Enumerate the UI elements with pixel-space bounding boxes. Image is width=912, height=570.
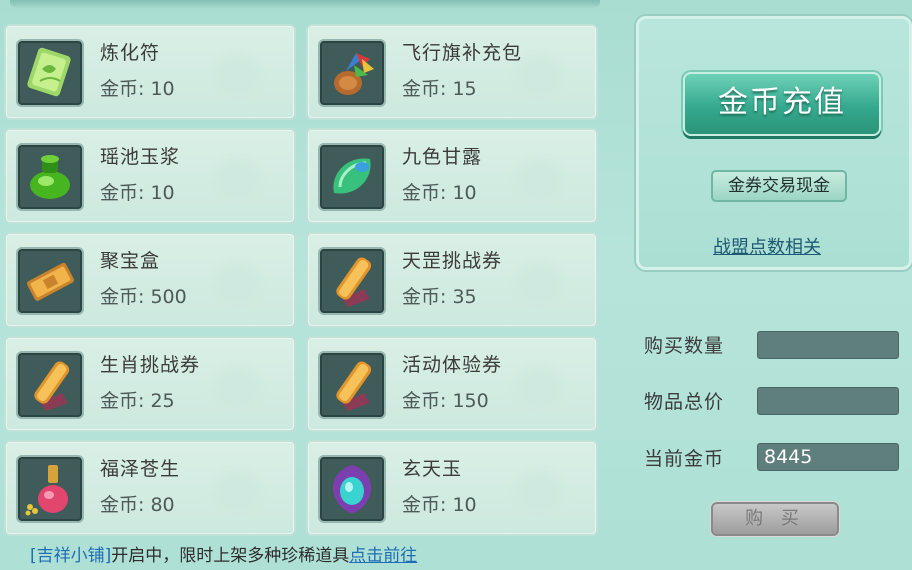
flag-bag-icon	[318, 39, 386, 107]
item-name: 飞行旗补充包	[402, 42, 523, 64]
item-price: 金币: 10	[100, 182, 175, 204]
quantity-label: 购买数量	[644, 335, 725, 357]
item-price: 金币: 25	[100, 390, 175, 412]
lotus-decoration	[504, 256, 574, 312]
item-name: 天罡挑战券	[402, 250, 503, 272]
lotus-decoration	[202, 152, 272, 208]
lotus-decoration	[202, 464, 272, 520]
jade-leaf-icon	[318, 143, 386, 211]
item-price: 金币: 80	[100, 494, 175, 516]
item-card[interactable]: 炼化符 金币: 10	[4, 24, 296, 120]
quantity-field[interactable]	[757, 331, 899, 359]
item-card[interactable]: 福泽苍生 金币: 80	[4, 440, 296, 536]
item-card[interactable]: 天罡挑战券 金币: 35	[306, 232, 598, 328]
scroll-icon	[16, 351, 84, 419]
item-name: 生肖挑战券	[100, 354, 201, 376]
current-gold-label: 当前金币	[644, 448, 725, 470]
recharge-panel	[636, 16, 912, 270]
mystic-jade-icon	[318, 455, 386, 523]
top-bar	[10, 0, 600, 8]
shop-notice: [吉祥小铺]开启中，限时上架多种珍稀道具点击前往	[30, 541, 417, 566]
talisman-icon	[16, 39, 84, 107]
item-name: 福泽苍生	[100, 458, 181, 480]
scroll-icon	[318, 351, 386, 419]
alliance-points-link[interactable]: 战盟点数相关	[713, 233, 821, 259]
green-jar-icon	[16, 143, 84, 211]
item-card[interactable]: 瑶池玉浆 金币: 10	[4, 128, 296, 224]
lotus-decoration	[202, 360, 272, 416]
lotus-decoration	[202, 256, 272, 312]
item-name: 活动体验券	[402, 354, 503, 376]
item-name: 九色甘露	[402, 146, 483, 168]
treasure-box-icon	[16, 247, 84, 315]
lotus-decoration	[504, 152, 574, 208]
item-price: 金币: 500	[100, 286, 187, 308]
buy-button[interactable]: 购 买	[711, 502, 839, 536]
scroll-icon	[318, 247, 386, 315]
item-name: 炼化符	[100, 42, 161, 64]
item-card[interactable]: 九色甘露 金币: 10	[306, 128, 598, 224]
shop-name[interactable]: [吉祥小铺]	[30, 546, 111, 566]
voucher-trade-button[interactable]: 金券交易现金	[711, 170, 847, 202]
item-price: 金币: 35	[402, 286, 477, 308]
item-card[interactable]: 活动体验券 金币: 150	[306, 336, 598, 432]
item-name: 聚宝盒	[100, 250, 161, 272]
current-gold-field: 8445	[757, 443, 899, 471]
item-price: 金币: 15	[402, 78, 477, 100]
potion-bottle-icon	[16, 455, 84, 523]
gold-recharge-button[interactable]: 金币充值	[683, 72, 881, 136]
item-card[interactable]: 飞行旗补充包 金币: 15	[306, 24, 598, 120]
total-price-label: 物品总价	[644, 391, 725, 413]
item-name: 瑶池玉浆	[100, 146, 181, 168]
item-price: 金币: 150	[402, 390, 489, 412]
item-price: 金币: 10	[402, 494, 477, 516]
lotus-decoration	[504, 464, 574, 520]
item-card[interactable]: 玄天玉 金币: 10	[306, 440, 598, 536]
item-card[interactable]: 生肖挑战券 金币: 25	[4, 336, 296, 432]
item-price: 金币: 10	[100, 78, 175, 100]
item-price: 金币: 10	[402, 182, 477, 204]
lotus-decoration	[504, 360, 574, 416]
lotus-decoration	[202, 48, 272, 104]
item-grid: 炼化符 金币: 10 飞行旗补充包 金币: 15 瑶池玉浆 金币: 10 九色甘…	[0, 24, 606, 536]
item-card[interactable]: 聚宝盒 金币: 500	[4, 232, 296, 328]
goto-link[interactable]: 点击前往	[349, 546, 417, 566]
total-price-field	[757, 387, 899, 415]
item-name: 玄天玉	[402, 458, 463, 480]
notice-text: 开启中，限时上架多种珍稀道具	[111, 546, 350, 566]
